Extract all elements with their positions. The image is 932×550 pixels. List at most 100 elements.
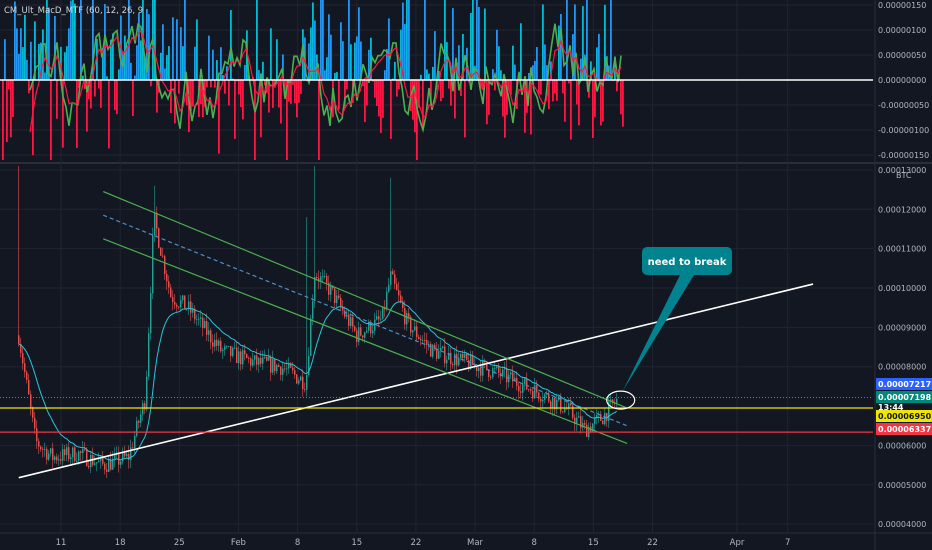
candle-body — [210, 330, 212, 343]
candle-body — [354, 326, 356, 331]
macd-histogram-bar — [620, 80, 622, 115]
macd-histogram-bar — [376, 80, 378, 107]
macd-histogram-bar — [390, 80, 392, 139]
candle-body — [166, 273, 168, 282]
macd-histogram-bar — [2, 80, 4, 160]
macd-histogram-bar — [140, 40, 142, 80]
candle-body — [528, 389, 530, 391]
candle-body — [464, 353, 466, 358]
macd-histogram-bar — [50, 80, 52, 160]
macd-histogram-bar — [478, 7, 480, 80]
candle-body — [278, 365, 280, 367]
candle-body — [518, 385, 520, 392]
candle-body — [430, 343, 432, 357]
macd-histogram-bar — [476, 0, 478, 80]
candle-body — [184, 295, 186, 309]
macd-histogram-bar — [598, 33, 600, 80]
time-axis-label: Apr — [730, 538, 745, 548]
candle-body — [346, 314, 348, 317]
candle-body — [78, 451, 80, 461]
candle-body — [496, 366, 498, 369]
macd-histogram-bar — [26, 59, 28, 80]
candle-body — [108, 459, 110, 472]
candle-body — [234, 347, 236, 349]
candle-body — [28, 379, 30, 395]
candle-body — [182, 295, 184, 301]
time-axis-label: 22 — [410, 538, 421, 548]
macd-histogram-bar — [416, 80, 418, 160]
candle-body — [284, 368, 286, 370]
candle-body — [68, 447, 70, 460]
macd-histogram-bar — [64, 52, 66, 80]
macd-histogram-bar — [536, 47, 538, 80]
candle-body — [264, 357, 266, 358]
candle-body — [394, 274, 396, 284]
candle-body — [32, 407, 34, 418]
candle-body — [82, 448, 84, 453]
candle-body — [50, 448, 52, 454]
candle-body — [114, 454, 116, 459]
candle-body — [390, 271, 392, 285]
chart-area[interactable]: need to break 11 18 25 Feb 8 15 22 Mar 8 15 22 Apr 7… — [0, 0, 932, 550]
macd-histogram-bar — [76, 80, 78, 148]
candle-body — [274, 358, 276, 372]
candle-body — [312, 300, 314, 319]
candle-body — [48, 453, 50, 460]
candle-body — [96, 462, 98, 464]
chart-svg[interactable]: need to break 11 18 25 Feb 8 15 22 Mar 8 15 22 Apr 7… — [0, 0, 932, 550]
candle-body — [298, 380, 300, 384]
candle-body — [322, 276, 324, 278]
candle-body — [26, 372, 28, 380]
candle-body — [132, 447, 134, 449]
macd-histogram-bar — [542, 4, 544, 80]
macd-histogram-bar — [328, 14, 330, 80]
macd-histogram-bar — [108, 80, 110, 149]
macd-histogram-bar — [448, 80, 450, 89]
candle-body — [236, 347, 238, 364]
candle-body — [202, 317, 204, 328]
macd-histogram-bar — [130, 62, 132, 80]
candle-body — [314, 276, 316, 301]
candle-body — [544, 394, 546, 400]
indicator-axis-label: -0.00000150 — [878, 151, 929, 160]
candle-body — [204, 321, 206, 328]
macd-histogram-bar — [16, 28, 18, 80]
candle-body — [36, 428, 38, 442]
candle-body — [378, 316, 380, 320]
macd-histogram-bar — [270, 28, 272, 80]
candle-body — [190, 301, 192, 313]
macd-histogram-bar — [56, 80, 58, 119]
macd-histogram-bar — [346, 80, 348, 90]
candle-body — [24, 363, 26, 373]
badge-red-level: 0.00006337 — [878, 425, 931, 434]
macd-histogram-bar — [278, 80, 280, 108]
macd-histogram-bar — [42, 29, 44, 80]
candle-body — [532, 391, 534, 399]
macd-histogram-bar — [280, 80, 282, 124]
candle-body — [216, 339, 218, 346]
macd-histogram-bar — [298, 80, 300, 103]
macd-histogram-bar — [10, 80, 12, 138]
candle-body — [196, 319, 198, 321]
macd-histogram-bar — [308, 43, 310, 80]
candle-body — [550, 401, 552, 409]
macd-histogram-bar — [132, 80, 134, 116]
callout-annotation: need to break — [648, 257, 727, 268]
candle-body — [224, 346, 226, 350]
candle-body — [334, 288, 336, 304]
macd-histogram-bar — [240, 80, 242, 107]
macd-histogram-bar — [234, 80, 236, 139]
candle-body — [408, 313, 410, 318]
candle-body — [266, 357, 268, 361]
candle-body — [276, 365, 278, 372]
macd-histogram-bar — [312, 2, 314, 81]
candle-body — [176, 304, 178, 307]
candle-body — [248, 358, 250, 359]
candle-body — [250, 358, 252, 366]
macd-histogram-bar — [30, 41, 32, 80]
macd-histogram-bar — [172, 17, 174, 80]
macd-histogram-bar — [540, 80, 542, 95]
candle-body — [442, 346, 444, 348]
macd-histogram-bar — [6, 80, 8, 143]
candle-body — [140, 414, 142, 423]
